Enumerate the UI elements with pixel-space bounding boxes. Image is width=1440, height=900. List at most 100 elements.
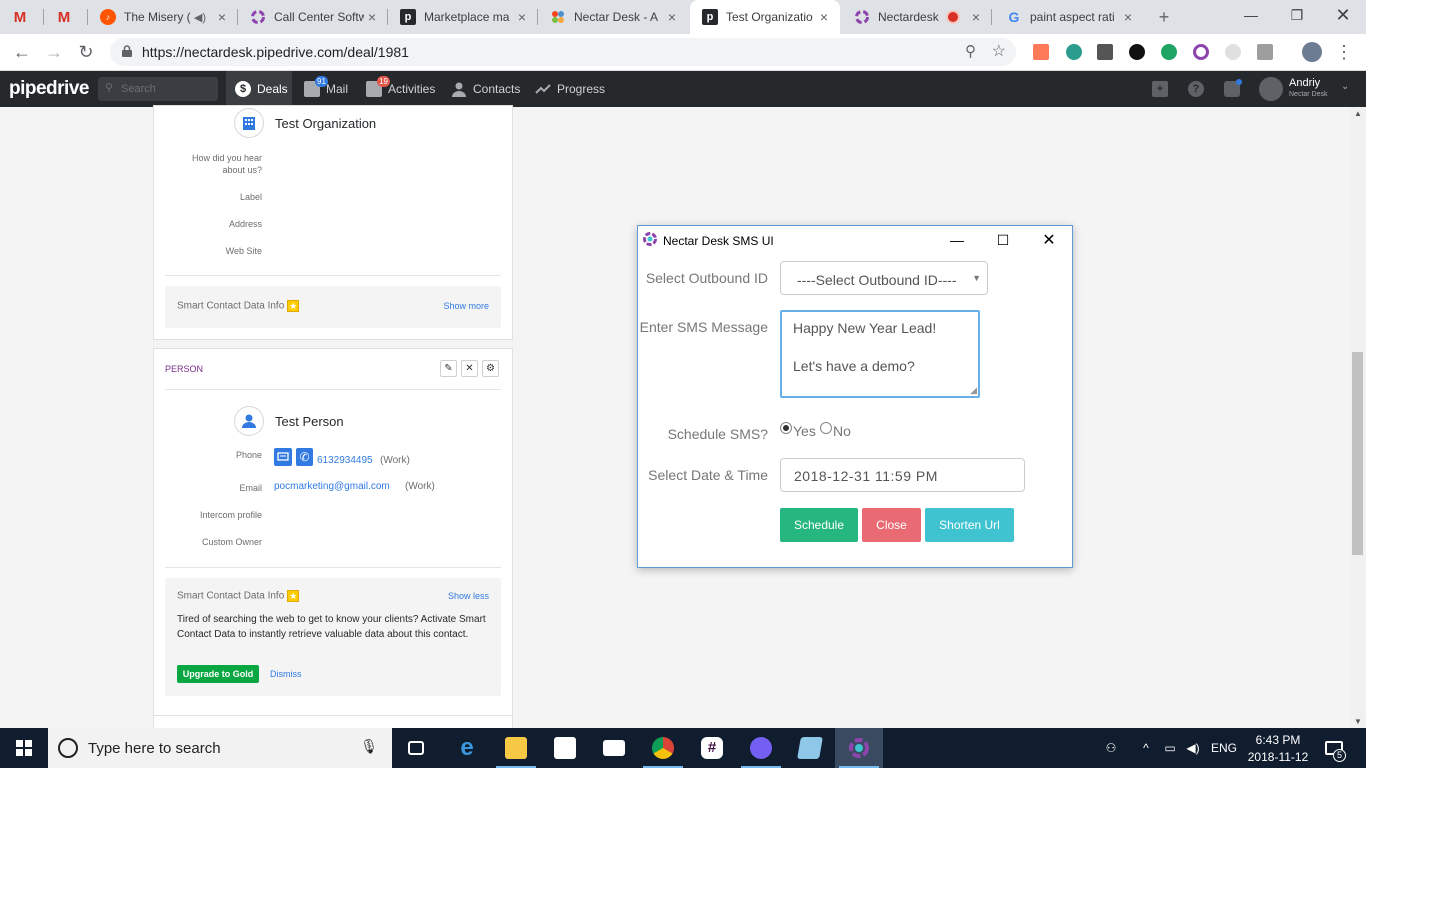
tab-test-organization[interactable]: p Test Organizatio × (690, 0, 840, 34)
bookmark-star-icon[interactable]: ☆ (992, 41, 1006, 61)
extension-grammarly-icon[interactable] (1161, 44, 1177, 60)
schedule-no-radio[interactable] (820, 422, 832, 434)
windows-start-icon[interactable] (0, 728, 48, 768)
chrome-menu-icon[interactable]: ⋮ (1332, 40, 1356, 64)
close-tab-icon[interactable]: × (664, 9, 680, 25)
slack-icon[interactable]: # (688, 728, 736, 768)
nectardesk-app-icon[interactable] (835, 728, 883, 768)
shorten-url-button[interactable]: Shorten Url (925, 508, 1014, 542)
user-name[interactable]: Andriy (1289, 77, 1320, 89)
tab-gmail-2[interactable]: M (44, 0, 88, 34)
language-indicator[interactable]: ENG (1208, 728, 1240, 768)
close-tab-icon[interactable]: × (364, 9, 380, 25)
date-time-input[interactable]: 2018-12-31 11:59 PM (780, 458, 1025, 492)
phone-number-link[interactable]: 6132934495 (317, 455, 373, 466)
notifications-bell-icon[interactable] (1224, 79, 1242, 97)
store-icon[interactable] (541, 728, 589, 768)
zoom-icon[interactable]: ⚲ (965, 42, 976, 60)
show-more-link[interactable]: Show more (443, 301, 489, 311)
back-icon[interactable]: ← (10, 40, 34, 64)
close-tab-icon[interactable]: × (816, 9, 832, 25)
profile-avatar[interactable] (1302, 42, 1322, 62)
battery-icon[interactable]: ▭ (1160, 728, 1180, 768)
add-icon[interactable]: + (1152, 81, 1168, 97)
extension-nectardesk-icon[interactable] (1193, 44, 1209, 60)
speaker-icon[interactable]: ◀) (194, 11, 206, 24)
forward-icon[interactable]: → (42, 40, 66, 64)
extension-hubspot-icon[interactable] (1033, 44, 1049, 60)
tab-nectar-desk[interactable]: Nectar Desk - A × (538, 0, 688, 34)
nav-contacts[interactable]: Contacts (451, 71, 527, 107)
task-view-icon[interactable] (392, 728, 440, 768)
resize-grip-icon[interactable]: ◢ (970, 385, 977, 396)
tab-gmail-1[interactable]: M (0, 0, 44, 34)
chevron-down-icon[interactable]: ⌄ (1341, 81, 1349, 92)
nav-progress[interactable]: Progress (535, 71, 613, 107)
close-window-icon[interactable]: ✕ (1320, 0, 1366, 30)
file-explorer-icon[interactable] (492, 728, 540, 768)
organization-name[interactable]: Test Organization (275, 116, 376, 131)
taskbar-search-box[interactable]: Type here to search 🎙 (48, 728, 392, 768)
schedule-no-label[interactable]: No (833, 423, 851, 439)
schedule-yes-label[interactable]: Yes (793, 423, 816, 439)
address-bar[interactable]: https://nectardesk.pipedrive.com/deal/19… (110, 38, 1016, 66)
dialog-titlebar[interactable]: Nectar Desk SMS UI — ☐ ✕ (638, 226, 1072, 254)
unlink-icon[interactable]: ✕ (461, 360, 478, 377)
extension-rainbow-icon[interactable] (1066, 44, 1082, 60)
tray-chevron-up-icon[interactable]: ^ (1136, 728, 1156, 768)
mail-app-icon[interactable] (590, 728, 638, 768)
schedule-button[interactable]: Schedule (780, 508, 858, 542)
upgrade-to-gold-button[interactable]: Upgrade to Gold (177, 665, 259, 683)
user-avatar[interactable] (1259, 77, 1283, 101)
tab-paint-aspect[interactable]: G paint aspect rati × (994, 0, 1144, 34)
dialog-close-icon[interactable]: ✕ (1026, 226, 1072, 254)
schedule-yes-radio[interactable] (780, 422, 792, 434)
viber-icon[interactable] (737, 728, 785, 768)
clock[interactable]: 6:43 PM 2018-11-12 (1244, 728, 1312, 768)
minimize-icon[interactable]: — (1228, 0, 1274, 30)
notes-app-icon[interactable] (786, 728, 834, 768)
tab-nectardesk[interactable]: Nectardesk × (842, 0, 992, 34)
nav-deals[interactable]: $ Deals (226, 71, 292, 107)
scrollbar-thumb[interactable] (1352, 352, 1363, 555)
dialog-maximize-icon[interactable]: ☐ (980, 226, 1026, 254)
people-icon[interactable]: ⚇ (1098, 728, 1124, 768)
chrome-icon[interactable] (639, 728, 687, 768)
microphone-icon[interactable]: 🎙 (360, 738, 378, 755)
pipedrive-logo[interactable]: pipedrive (9, 78, 89, 100)
sms-message-textarea[interactable]: Happy New Year Lead! Let's have a demo? … (780, 310, 980, 398)
close-tab-icon[interactable]: × (1120, 9, 1136, 25)
outbound-id-select[interactable]: ----Select Outbound ID---- ▼ (780, 261, 988, 295)
close-button[interactable]: Close (862, 508, 921, 542)
dismiss-link[interactable]: Dismiss (270, 669, 302, 679)
extension-dark-icon[interactable] (1129, 44, 1145, 60)
nav-mail[interactable]: 91 Mail (304, 71, 364, 107)
edge-icon[interactable]: e (443, 728, 491, 768)
help-icon[interactable]: ? (1188, 81, 1204, 97)
email-link[interactable]: pocmarketing@gmail.com (274, 481, 390, 492)
person-name[interactable]: Test Person (275, 414, 344, 429)
tab-call-center[interactable]: Call Center Softw × (238, 0, 388, 34)
pipedrive-search-input[interactable]: ⚲ Search (98, 77, 218, 101)
restore-icon[interactable]: ❐ (1274, 0, 1320, 30)
extension-google-icon[interactable] (1225, 44, 1241, 60)
show-less-link[interactable]: Show less (448, 591, 489, 601)
reload-icon[interactable]: ↻ (74, 40, 98, 64)
action-center-icon[interactable]: 5 (1318, 728, 1350, 768)
intercom-label: Intercom profile (199, 510, 262, 520)
tab-marketplace[interactable]: p Marketplace ma × (388, 0, 538, 34)
dialog-minimize-icon[interactable]: — (934, 226, 980, 254)
extension-g-icon[interactable] (1257, 44, 1273, 60)
new-tab-icon[interactable]: + (1152, 5, 1176, 29)
nav-activities[interactable]: 19 Activities (366, 71, 446, 107)
close-tab-icon[interactable]: × (514, 9, 530, 25)
edit-icon[interactable]: ✎ (440, 360, 457, 377)
sms-icon[interactable] (274, 448, 292, 466)
extension-qr-icon[interactable] (1097, 44, 1113, 60)
close-tab-icon[interactable]: × (214, 9, 230, 25)
call-icon[interactable]: ✆ (296, 448, 313, 466)
close-tab-icon[interactable]: × (968, 9, 984, 25)
tab-the-misery[interactable]: ♪ The Misery ( ◀) × (88, 0, 238, 34)
volume-icon[interactable]: ◀) (1183, 728, 1203, 768)
settings-gear-icon[interactable]: ⚙ (482, 360, 499, 377)
